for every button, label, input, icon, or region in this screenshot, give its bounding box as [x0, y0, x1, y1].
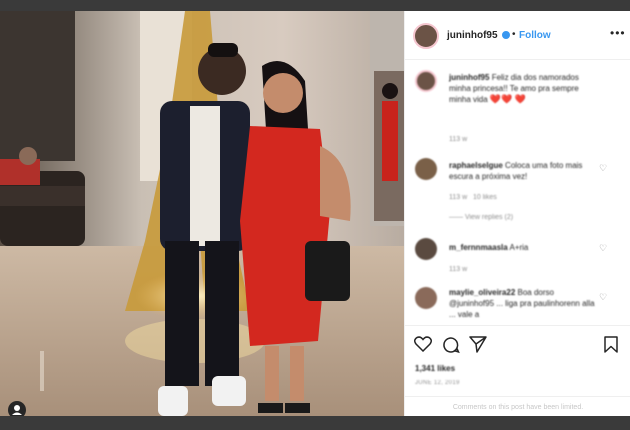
post-actions: 1,341 likes JUNE 12, 2019 Comments on th…: [405, 325, 630, 416]
author-username-text[interactable]: juninhof95: [447, 30, 498, 41]
comment-avatar[interactable]: [415, 238, 437, 260]
header-separator: •: [512, 29, 516, 40]
save-bookmark-icon[interactable]: [604, 336, 618, 353]
comment-bubble-icon[interactable]: [442, 336, 460, 354]
comment-body: juninhof95 Feliz dia dos namorados minha…: [449, 72, 599, 105]
post-photo[interactable]: [0, 11, 404, 416]
author-avatar[interactable]: [413, 23, 439, 49]
more-options-icon[interactable]: •••: [610, 26, 626, 40]
comment-likes[interactable]: 10 likes: [473, 194, 497, 201]
window-bottom-bar: [0, 416, 630, 430]
comment-username[interactable]: maylie_oliveira22: [449, 288, 515, 297]
comment-username[interactable]: raphaelselgue: [449, 161, 503, 170]
comment-time: 113 w: [449, 266, 468, 273]
heart-emoji: ❤️❤️: [489, 94, 513, 104]
comment-username[interactable]: juninhof95: [449, 73, 489, 82]
post-side-panel: juninhof95 • Follow ••• juninhof95 Feliz…: [404, 11, 630, 416]
comment-avatar[interactable]: [415, 70, 437, 92]
window-top-bar: [0, 0, 630, 11]
comment-like-icon[interactable]: ♡: [599, 243, 607, 254]
comment-time: 113 w: [449, 194, 468, 201]
follow-button[interactable]: Follow: [519, 30, 551, 41]
comments-list[interactable]: juninhof95 Feliz dia dos namorados minha…: [405, 60, 630, 325]
comment-text: A+ria: [509, 243, 529, 252]
comment-time: 113 w: [449, 136, 468, 143]
comment-body: m_fernnmaasla A+ria: [449, 242, 599, 253]
like-heart-icon[interactable]: [414, 336, 432, 352]
photo-scene: [0, 11, 404, 416]
share-send-icon[interactable]: [469, 336, 487, 353]
comment-avatar[interactable]: [415, 287, 437, 309]
likes-count[interactable]: 1,341 likes: [415, 364, 455, 373]
tagged-users-button[interactable]: [8, 401, 26, 416]
comment-like-icon[interactable]: ♡: [599, 292, 607, 303]
comment-meta: 113 w 10 likes: [449, 194, 497, 201]
view-replies-link[interactable]: —— View replies (2): [449, 214, 513, 221]
verified-badge-icon: [502, 31, 511, 40]
comment-username[interactable]: m_fernnmaasla: [449, 243, 508, 252]
author-username[interactable]: juninhof95: [447, 30, 511, 41]
comment-body: raphaelselgue Coloca uma foto mais escur…: [449, 160, 599, 182]
comment-avatar[interactable]: [415, 158, 437, 180]
heart-emoji: ❤️: [514, 94, 526, 104]
comment-like-icon[interactable]: ♡: [599, 163, 607, 174]
comments-limited-notice: Comments on this post have been limited.: [405, 396, 630, 416]
comment-body: maylie_oliveira22 Boa dorso @juninhof95 …: [449, 287, 599, 320]
post-header: juninhof95 • Follow •••: [405, 11, 630, 60]
user-tag-icon: [12, 405, 22, 415]
post-date: JUNE 12, 2019: [415, 380, 460, 386]
